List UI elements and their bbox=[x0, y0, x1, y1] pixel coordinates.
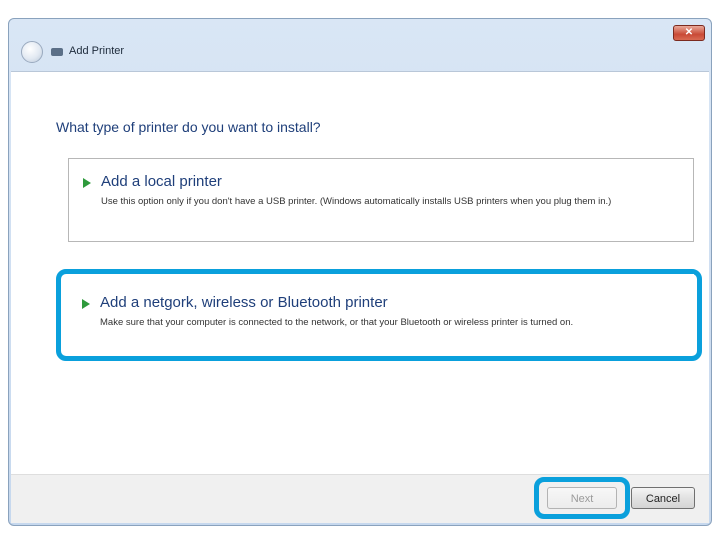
close-icon: ✕ bbox=[684, 27, 694, 38]
title-bar: Add Printer ✕ bbox=[9, 19, 711, 71]
page-heading: What type of printer do you want to inst… bbox=[56, 119, 321, 135]
option-title: Add a netgork, wireless or Bluetooth pri… bbox=[100, 294, 388, 311]
close-button[interactable]: ✕ bbox=[673, 25, 705, 41]
add-network-printer-option[interactable]: Add a netgork, wireless or Bluetooth pri… bbox=[68, 274, 694, 354]
add-printer-window: Add Printer ✕ What type of printer do yo… bbox=[8, 18, 712, 526]
green-arrow-icon bbox=[82, 299, 90, 309]
back-button[interactable] bbox=[21, 41, 43, 63]
option-description: Make sure that your computer is connecte… bbox=[100, 317, 574, 328]
option-title: Add a local printer bbox=[101, 173, 222, 190]
add-local-printer-option[interactable]: Add a local printer Use this option only… bbox=[68, 158, 694, 242]
wizard-footer: Next Cancel bbox=[11, 474, 709, 523]
option-description: Use this option only if you don't have a… bbox=[101, 196, 612, 207]
cancel-button[interactable]: Cancel bbox=[631, 487, 695, 509]
window-title: Add Printer bbox=[69, 45, 125, 57]
printer-icon bbox=[51, 48, 63, 56]
wizard-content: What type of printer do you want to inst… bbox=[11, 71, 709, 523]
next-button[interactable]: Next bbox=[547, 487, 617, 509]
green-arrow-icon bbox=[83, 178, 91, 188]
